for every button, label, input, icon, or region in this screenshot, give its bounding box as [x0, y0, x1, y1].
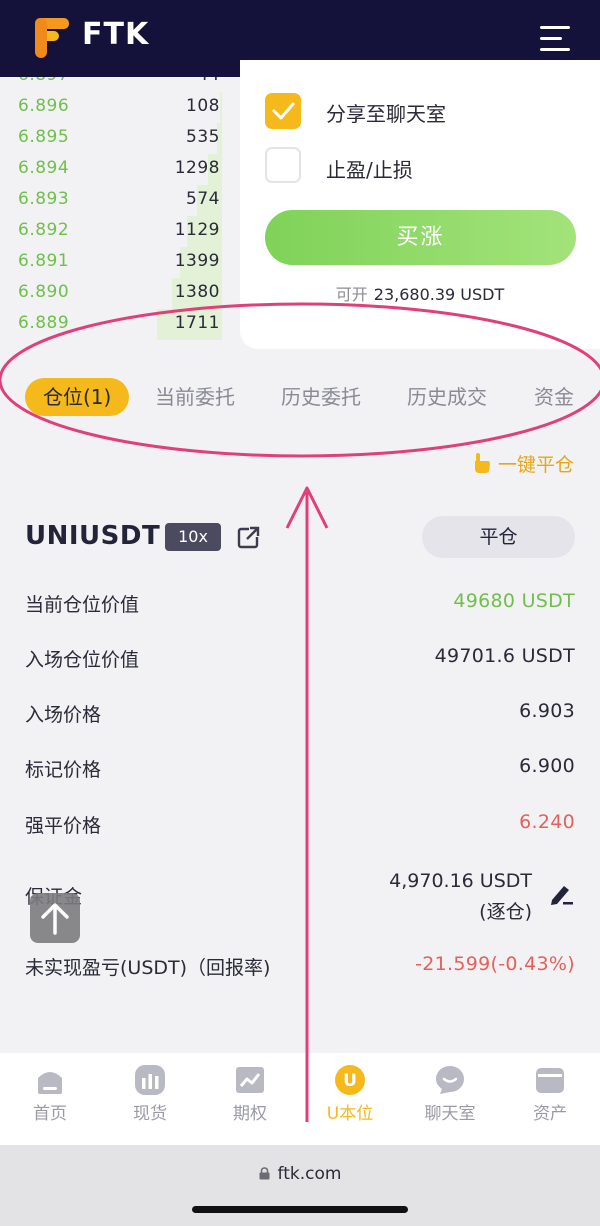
- order-qty: 1298: [174, 158, 220, 178]
- order-book-row[interactable]: 6.897 44: [0, 77, 240, 92]
- share-to-chat-label: 分享至聊天室: [326, 102, 446, 126]
- ftk-logo-icon: [35, 18, 69, 58]
- spot-icon: [135, 1065, 165, 1095]
- chat-icon: [436, 1066, 464, 1094]
- annotation-arrow-head: [285, 486, 329, 529]
- order-book-row[interactable]: 6.895 535: [0, 123, 240, 154]
- order-qty: 44: [197, 77, 220, 85]
- orders-tab-bar: 仓位(1) 当前委托 历史委托 历史成交 资金: [0, 372, 600, 424]
- tab-open-orders[interactable]: 当前委托: [155, 381, 235, 410]
- nav-home[interactable]: 首页: [0, 1053, 100, 1145]
- current-position-value-label: 当前仓位价值: [25, 594, 140, 616]
- nav-u-futures[interactable]: U U本位: [300, 1053, 400, 1145]
- tab-order-history[interactable]: 历史委托: [281, 381, 361, 410]
- nav-options-label: 期权: [233, 1104, 267, 1124]
- svg-text:U: U: [343, 1071, 357, 1091]
- order-qty: 1129: [174, 220, 220, 240]
- order-qty: 1399: [174, 251, 220, 271]
- order-price: 6.896: [18, 96, 70, 116]
- entry-price-label: 入场价格: [25, 704, 102, 726]
- options-chart-icon: [236, 1067, 264, 1093]
- pointing-hand-icon: [474, 453, 490, 473]
- nav-options[interactable]: 期权: [200, 1053, 300, 1145]
- u-futures-icon: U: [335, 1065, 365, 1095]
- order-price: 6.889: [18, 313, 70, 333]
- order-qty: 1711: [174, 313, 220, 333]
- tab-funds[interactable]: 资金: [534, 381, 574, 410]
- hamburger-menu-icon[interactable]: [540, 24, 572, 54]
- order-price: 6.894: [18, 158, 70, 178]
- nav-chat-label: 聊天室: [424, 1104, 476, 1124]
- brand-name: FTK: [82, 17, 150, 52]
- nav-spot[interactable]: 现货: [100, 1053, 200, 1145]
- order-price: 6.897: [18, 77, 69, 85]
- browser-url[interactable]: ftk.com: [0, 1164, 600, 1184]
- browser-url-text: ftk.com: [277, 1164, 342, 1184]
- depth-bar: [220, 92, 222, 123]
- margin-mode: (逐仓): [479, 901, 532, 923]
- position-symbol: UNIUSDT: [25, 521, 161, 551]
- order-book-row[interactable]: 6.890 1380: [0, 278, 240, 309]
- checkmark-icon: [272, 102, 295, 120]
- close-position-button[interactable]: 平仓: [422, 516, 575, 558]
- mark-price: 6.900: [519, 755, 575, 777]
- entry-position-value-label: 入场仓位价值: [25, 649, 140, 671]
- entry-price: 6.903: [519, 700, 575, 722]
- order-book-row[interactable]: 6.896 108: [0, 92, 240, 123]
- leverage-badge: 10x: [165, 523, 221, 551]
- order-qty: 108: [186, 96, 220, 116]
- order-price: 6.895: [18, 127, 70, 147]
- lock-icon: [259, 1167, 270, 1180]
- current-position-value: 49680 USDT: [453, 590, 575, 612]
- one-click-close-label: 一键平仓: [497, 454, 574, 476]
- home-icon: [38, 1072, 62, 1094]
- home-indicator: [192, 1206, 408, 1213]
- bottom-navigation: 首页 现货 期权 U U本位 聊天室 资产: [0, 1053, 600, 1145]
- buy-long-button[interactable]: 买涨: [265, 210, 576, 265]
- order-price: 6.891: [18, 251, 70, 271]
- nav-chat[interactable]: 聊天室: [400, 1053, 500, 1145]
- share-external-icon[interactable]: [237, 525, 261, 549]
- liquidation-price-label: 强平价格: [25, 815, 102, 837]
- unrealized-pnl-label: 未实现盈亏(USDT)（回报率): [25, 957, 271, 979]
- order-book-row[interactable]: 6.889 1711: [0, 309, 240, 340]
- margin-value: 4,970.16 USDT: [389, 870, 532, 892]
- available-balance: 可开 23,680.39 USDT: [240, 281, 600, 305]
- scroll-to-top-button[interactable]: [30, 893, 80, 943]
- nav-u-futures-label: U本位: [326, 1104, 374, 1124]
- mark-price-label: 标记价格: [25, 759, 102, 781]
- available-value: 23,680.39 USDT: [373, 285, 505, 304]
- wallet-icon: [536, 1068, 564, 1093]
- trade-panel: 分享至聊天室 止盈/止损 买涨 可开 23,680.39 USDT: [240, 60, 600, 349]
- one-click-close-all-button[interactable]: 一键平仓: [472, 450, 574, 477]
- order-qty: 574: [186, 189, 220, 209]
- order-price: 6.893: [18, 189, 70, 209]
- edit-margin-icon[interactable]: [547, 880, 575, 908]
- order-book-row[interactable]: 6.894 1298: [0, 154, 240, 185]
- nav-assets[interactable]: 资产: [500, 1053, 600, 1145]
- tab-positions[interactable]: 仓位(1): [25, 378, 130, 416]
- unrealized-pnl-value: -21.599(-0.43%): [415, 953, 575, 975]
- order-price: 6.892: [18, 220, 70, 240]
- browser-address-bar: ftk.com: [0, 1145, 600, 1226]
- share-to-chat-checkbox[interactable]: [265, 93, 301, 129]
- margin-value-block: 4,970.16 USDT (逐仓): [389, 866, 532, 928]
- nav-home-label: 首页: [33, 1104, 67, 1124]
- tp-sl-checkbox[interactable]: [265, 147, 301, 183]
- order-qty: 535: [186, 127, 220, 147]
- order-book-row[interactable]: 6.893 574: [0, 185, 240, 216]
- order-book: 6.897 44 6.896 108 6.895 535 6.894 1298 6.893 5…: [0, 77, 240, 349]
- tp-sl-label: 止盈/止损: [326, 158, 413, 182]
- available-label: 可开: [335, 285, 368, 304]
- nav-assets-label: 资产: [533, 1104, 567, 1124]
- liquidation-price: 6.240: [519, 811, 575, 833]
- order-book-row[interactable]: 6.892 1129: [0, 216, 240, 247]
- order-book-row[interactable]: 6.891 1399: [0, 247, 240, 278]
- order-price: 6.890: [18, 282, 70, 302]
- entry-position-value: 49701.6 USDT: [434, 645, 575, 667]
- tab-trade-history[interactable]: 历史成交: [407, 381, 487, 410]
- nav-spot-label: 现货: [133, 1104, 167, 1124]
- arrow-up-icon: [41, 903, 69, 935]
- order-qty: 1380: [174, 282, 220, 302]
